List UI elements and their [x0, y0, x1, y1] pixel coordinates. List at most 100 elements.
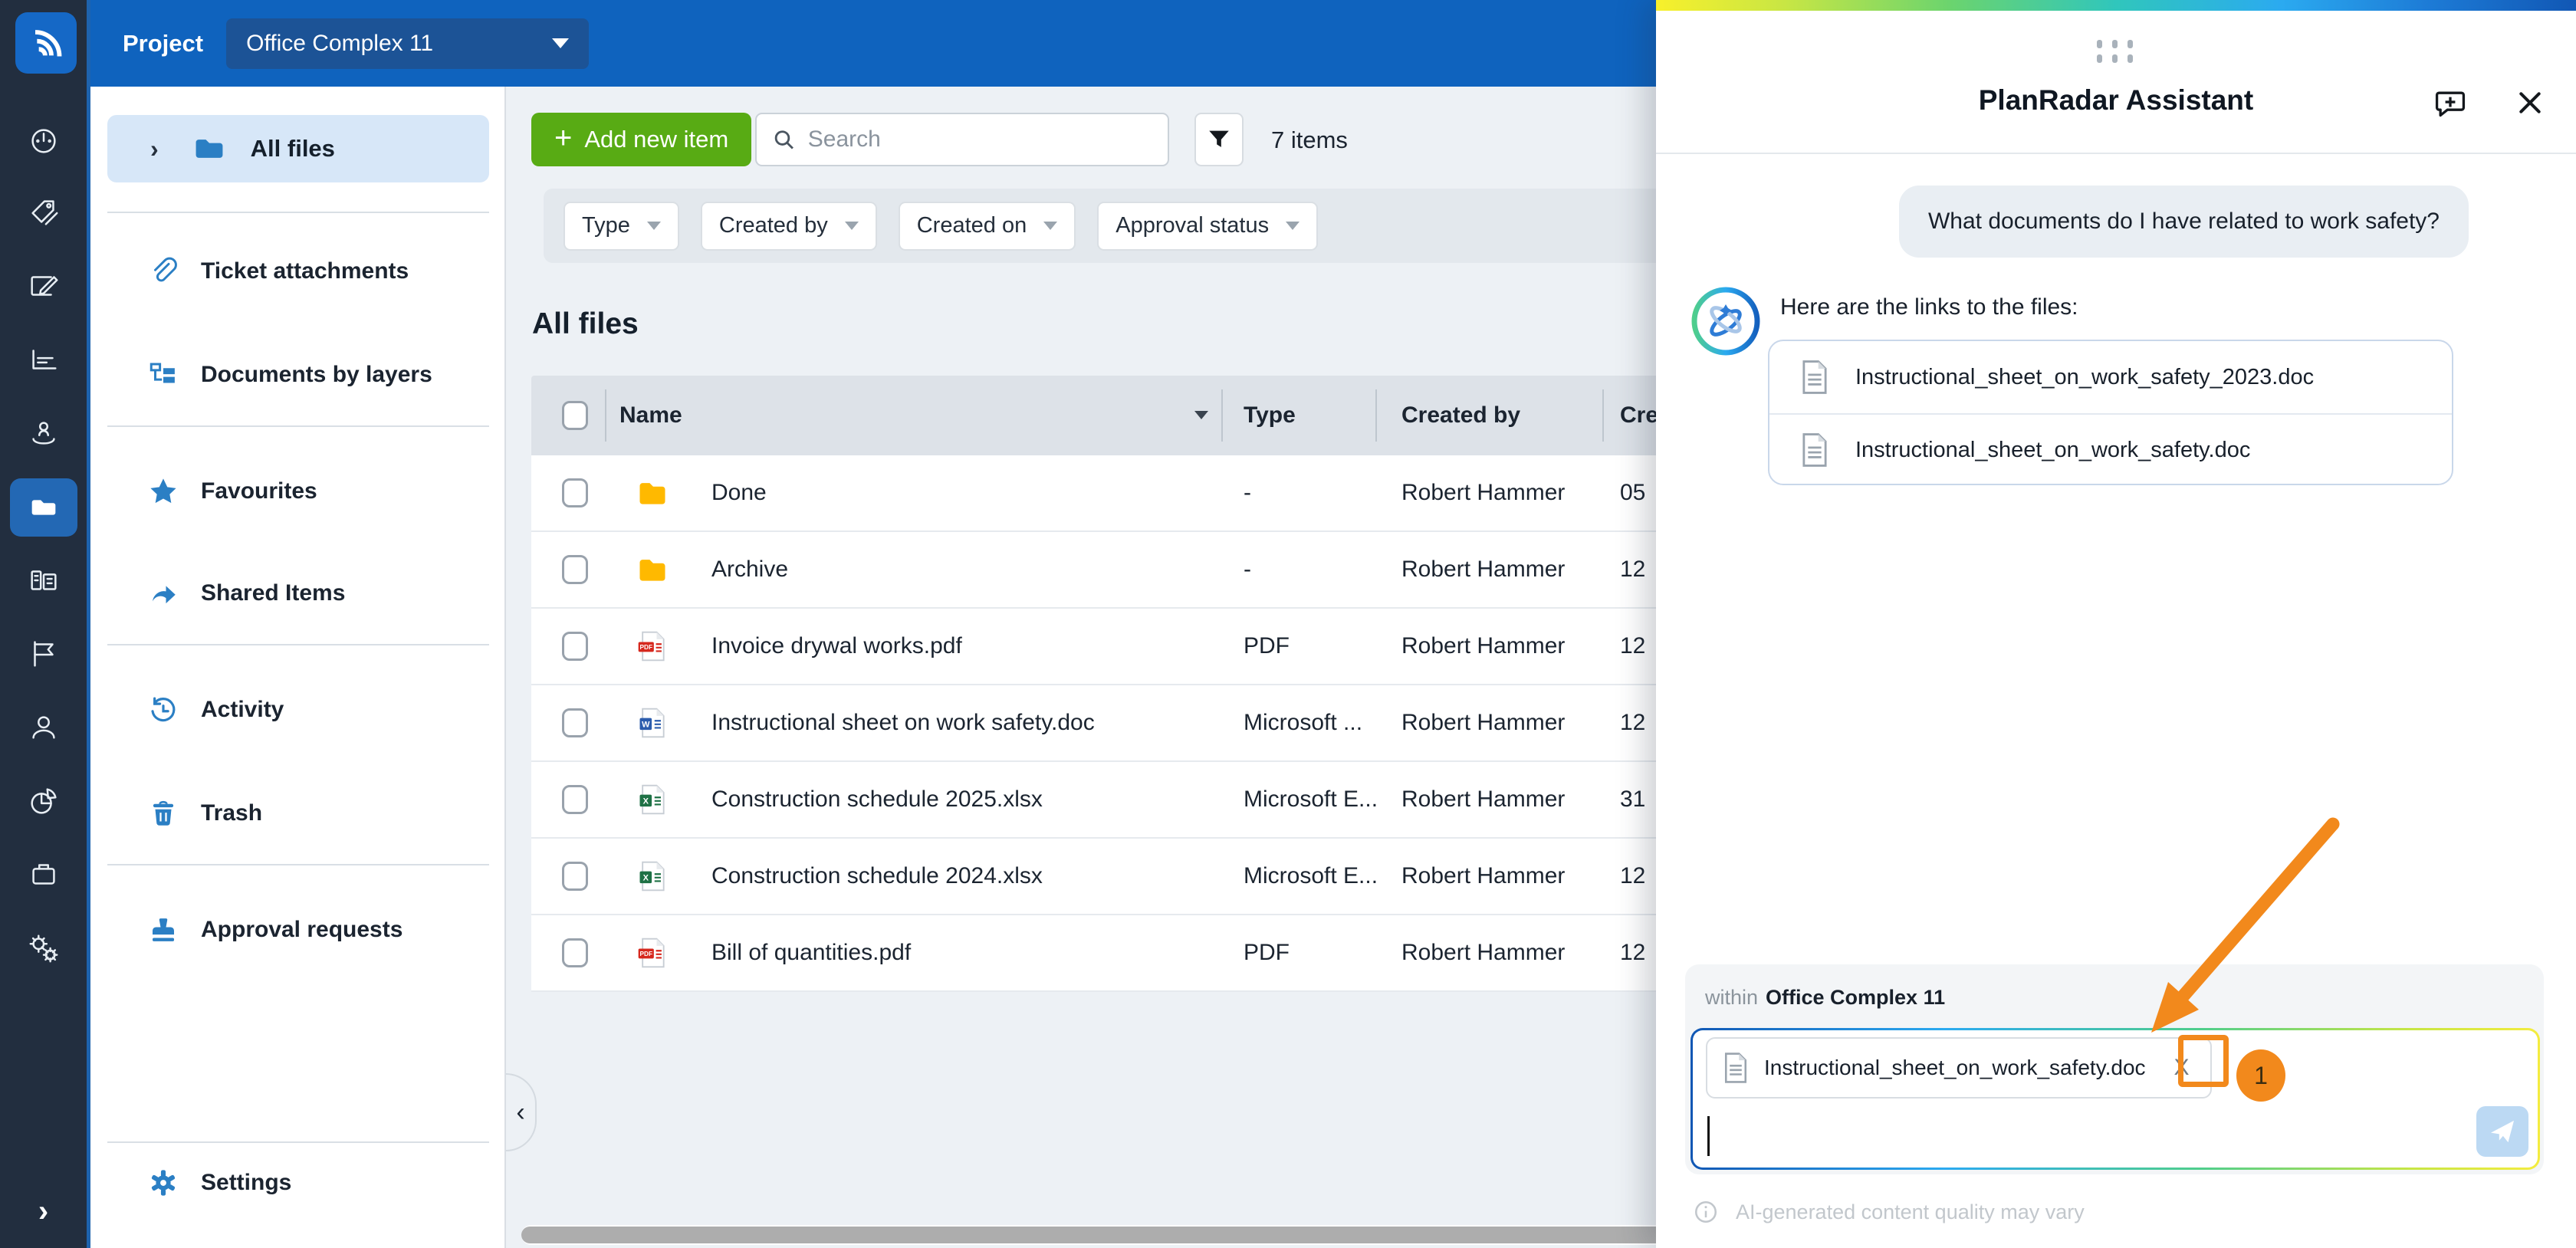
file-link[interactable]: Instructional_sheet_on_work_safety_2023.… — [1769, 341, 2452, 413]
table-row[interactable]: X Construction schedule 2024.xlsx Micros… — [531, 839, 1825, 915]
column-type[interactable]: Type — [1244, 402, 1296, 429]
ticket-edit-icon[interactable] — [0, 253, 87, 319]
table-row[interactable]: Done - Robert Hammer 05 — [531, 455, 1825, 532]
history-icon — [146, 692, 181, 727]
share-icon — [146, 576, 181, 611]
file-name[interactable]: Construction schedule 2025.xlsx — [711, 787, 1043, 813]
row-checkbox[interactable] — [562, 632, 588, 661]
funnel-icon — [1206, 126, 1232, 153]
file-name[interactable]: Instructional sheet on work safety.doc — [711, 710, 1095, 736]
sidebar-item-all-files[interactable]: › All files — [107, 115, 489, 182]
filter-chip-created-on[interactable]: Created on — [899, 202, 1076, 251]
filter-chip-type[interactable]: Type — [564, 202, 679, 251]
dashboard-icon[interactable] — [0, 107, 87, 173]
table-row[interactable]: PDF Bill of quantities.pdf PDF Robert Ha… — [531, 915, 1825, 992]
svg-text:PDF: PDF — [640, 644, 653, 651]
sidebar-item-favourites[interactable]: Favourites — [90, 455, 506, 528]
filter-chip-created-by[interactable]: Created by — [701, 202, 877, 251]
file-type: PDF — [1244, 633, 1290, 659]
ai-disclaimer: AI-generated content quality may vary — [1693, 1199, 2085, 1225]
file-created-by: Robert Hammer — [1401, 710, 1565, 736]
within-project: Office Complex 11 — [1766, 986, 1945, 1009]
sort-caret-icon[interactable] — [1194, 411, 1208, 419]
sidebar-item-activity[interactable]: Activity — [90, 673, 506, 747]
gear-icon — [146, 1165, 181, 1200]
sidebar-item-ticket-attachments[interactable]: Ticket attachments — [90, 235, 506, 308]
panel-actions — [2430, 83, 2550, 123]
file-link[interactable]: Instructional_sheet_on_work_safety.doc — [1769, 413, 2452, 485]
search-input[interactable] — [808, 126, 1152, 153]
admin-settings-icon[interactable] — [0, 915, 87, 981]
table-row[interactable]: X Construction schedule 2025.xlsx Micros… — [531, 762, 1825, 839]
planradar-logo[interactable] — [15, 12, 77, 74]
column-created-by[interactable]: Created by — [1401, 402, 1520, 429]
stamp-icon — [146, 912, 181, 947]
table-row[interactable]: W Instructional sheet on work safety.doc… — [531, 685, 1825, 762]
pin-person-icon[interactable] — [0, 400, 87, 466]
add-new-item-button[interactable]: + Add new item — [531, 113, 751, 166]
logo-arcs — [25, 21, 67, 64]
file-name[interactable]: Invoice drywal works.pdf — [711, 633, 962, 659]
select-all-checkbox[interactable] — [562, 401, 588, 430]
files-main-area: + Add new item 7 items Type Created by C… — [506, 87, 1825, 1248]
file-created-on: 12 — [1620, 633, 1645, 659]
context-scope: withinOffice Complex 11 — [1705, 986, 1945, 1010]
chevron-down-icon — [647, 222, 661, 230]
documents-icon[interactable] — [10, 478, 77, 537]
companies-icon[interactable] — [0, 547, 87, 613]
sidebar-item-label: Settings — [201, 1170, 291, 1196]
sidebar-item-trash[interactable]: Trash — [90, 777, 506, 850]
sidebar-item-documents-by-layers[interactable]: Documents by layers — [90, 338, 506, 412]
excel-file-icon: X — [636, 859, 669, 893]
new-chat-icon[interactable] — [2430, 83, 2470, 123]
row-checkbox[interactable] — [562, 785, 588, 814]
plus-icon: + — [554, 123, 572, 153]
attachment-chip[interactable]: Instructional_sheet_on_work_safety.doc X… — [1706, 1037, 2212, 1099]
tags-icon[interactable] — [0, 179, 87, 245]
filter-button[interactable] — [1194, 113, 1244, 166]
table-row[interactable]: Archive - Robert Hammer 12 — [531, 532, 1825, 609]
divider — [1656, 153, 2576, 154]
horizontal-scrollbar-thumb[interactable] — [521, 1227, 1668, 1243]
remove-attachment-button[interactable]: X — [2161, 1046, 2203, 1089]
file-name[interactable]: Bill of quantities.pdf — [711, 940, 911, 966]
svg-text:W: W — [642, 721, 650, 730]
assistant-avatar — [1689, 284, 1763, 358]
row-checkbox[interactable] — [562, 708, 588, 737]
divider — [107, 212, 489, 213]
table-row[interactable]: PDF Invoice drywal works.pdf PDF Robert … — [531, 609, 1825, 685]
row-checkbox[interactable] — [562, 938, 588, 967]
filter-chip-label: Created on — [917, 213, 1027, 238]
project-selector[interactable]: Office Complex 11 — [226, 18, 589, 69]
message-input[interactable]: Instructional_sheet_on_work_safety.doc X… — [1693, 1030, 2538, 1168]
close-icon[interactable] — [2510, 83, 2550, 123]
chevron-down-icon — [845, 222, 859, 230]
drag-handle[interactable] — [2097, 40, 2135, 63]
file-name[interactable]: Done — [711, 480, 767, 506]
app-rail: › — [0, 0, 90, 1248]
projects-icon[interactable] — [0, 842, 87, 908]
send-button[interactable] — [2476, 1106, 2528, 1157]
file-created-on: 31 — [1620, 787, 1645, 813]
rail-expand-button[interactable]: › — [0, 1184, 87, 1238]
file-name[interactable]: Archive — [711, 557, 788, 583]
text-cursor — [1707, 1116, 1710, 1156]
flags-icon[interactable] — [0, 621, 87, 687]
file-name[interactable]: Construction schedule 2024.xlsx — [711, 863, 1043, 889]
sidebar-item-approval-requests[interactable]: Approval requests — [90, 893, 506, 967]
column-name[interactable]: Name — [619, 402, 682, 429]
sidebar-item-shared-items[interactable]: Shared Items — [90, 557, 506, 630]
filter-chip-approval-status[interactable]: Approval status — [1097, 202, 1318, 251]
chevron-right-icon[interactable]: › — [150, 135, 159, 163]
horizontal-scrollbar[interactable] — [521, 1225, 1825, 1245]
sidebar-item-label: All files — [251, 135, 335, 163]
sidebar-item-settings[interactable]: Settings — [90, 1146, 506, 1220]
row-checkbox[interactable] — [562, 478, 588, 507]
contacts-icon[interactable] — [0, 695, 87, 760]
file-created-by: Robert Hammer — [1401, 787, 1565, 813]
reports-icon[interactable] — [0, 768, 87, 834]
column-separator — [1602, 389, 1604, 442]
row-checkbox[interactable] — [562, 555, 588, 584]
statistics-icon[interactable] — [0, 327, 87, 392]
row-checkbox[interactable] — [562, 862, 588, 891]
